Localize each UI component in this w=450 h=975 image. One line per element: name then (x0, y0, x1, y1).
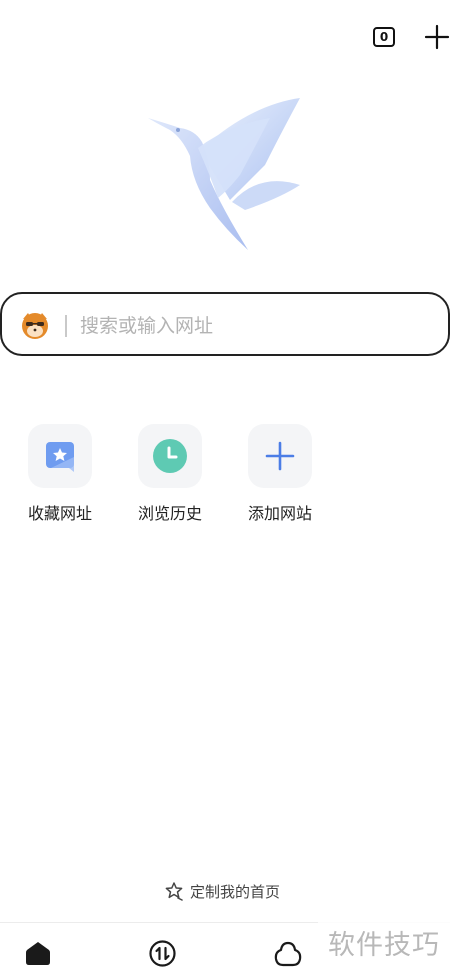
shortcut-tile[interactable] (248, 424, 312, 488)
watermark-text: 软件技巧 (318, 922, 450, 962)
hummingbird-logo-icon (148, 98, 300, 250)
search-bar[interactable] (0, 292, 450, 356)
transfer-icon (149, 940, 176, 967)
shortcut-label: 添加网站 (247, 504, 312, 523)
customize-label: 定制我的首页 (190, 882, 281, 901)
search-input[interactable] (78, 308, 422, 344)
cloud-icon (274, 941, 302, 967)
new-tab-button[interactable] (424, 24, 450, 50)
shortcut-tile[interactable] (28, 424, 92, 488)
history-clock-icon (153, 439, 187, 473)
shortcut-tile[interactable] (138, 424, 202, 488)
browser-logo (140, 90, 310, 260)
nav-home-button[interactable] (25, 940, 51, 966)
tab-count-value: 0 (379, 30, 389, 44)
nav-transfer-button[interactable] (149, 940, 176, 967)
plus-icon (424, 24, 450, 50)
home-icon (26, 942, 50, 965)
add-icon (265, 441, 295, 471)
shortcut-history[interactable]: 浏览历史 (115, 424, 225, 524)
shortcut-bookmarks[interactable]: 收藏网址 (5, 424, 115, 524)
nav-cloud-button[interactable] (274, 940, 302, 968)
bookmark-star-icon (46, 442, 74, 472)
search-divider (65, 315, 67, 337)
tab-count-button[interactable]: 0 (373, 27, 395, 47)
mascot-avatar-icon[interactable] (19, 309, 51, 341)
shortcut-label: 收藏网址 (27, 504, 92, 523)
customize-homepage-button[interactable]: 定制我的首页 (164, 880, 280, 902)
shortcut-label: 浏览历史 (137, 504, 202, 523)
shortcut-add-site[interactable]: 添加网站 (225, 424, 335, 524)
customize-star-icon (165, 882, 183, 901)
